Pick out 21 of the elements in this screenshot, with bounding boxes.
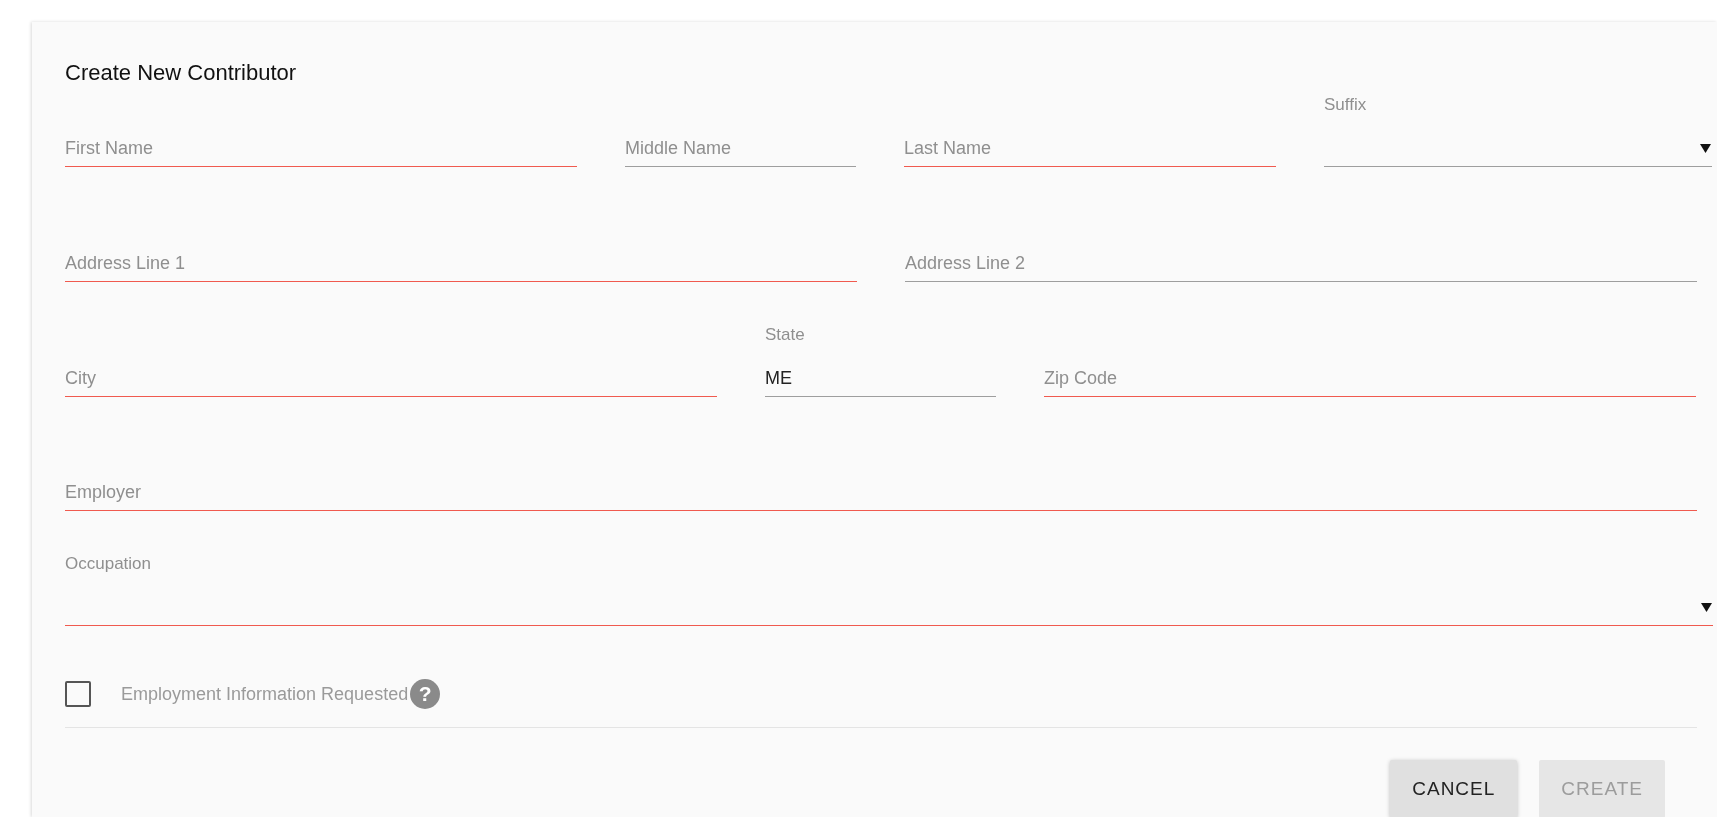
input-field[interactable]: State ME <box>765 317 996 397</box>
caret-icon <box>1700 142 1711 154</box>
dialog-title: Create New Contributor <box>65 59 298 87</box>
input-field[interactable]: Address Line 1 <box>65 202 857 282</box>
input-field[interactable]: Last Name <box>904 87 1276 167</box>
help-icon[interactable]: ? <box>410 679 441 709</box>
dropdown-field[interactable]: Suffix <box>1324 87 1712 167</box>
input-field[interactable]: First Name <box>65 87 577 167</box>
field-label: State <box>765 325 805 345</box>
field-label: Occupation <box>65 554 151 574</box>
checkbox-label: Employment Information Requested <box>121 683 409 705</box>
dropdown-field[interactable]: Occupation <box>65 546 1713 626</box>
input-field[interactable]: Zip Code <box>1044 317 1696 397</box>
cancel-button[interactable]: CANCEL <box>1390 760 1518 817</box>
caret-icon <box>1701 601 1712 613</box>
input-field[interactable]: Middle Name <box>625 87 856 167</box>
input-field[interactable]: City <box>65 317 717 397</box>
checkbox[interactable] <box>65 681 91 707</box>
input-field[interactable]: Address Line 2 <box>905 202 1697 282</box>
input-field[interactable]: Employer <box>65 431 1697 511</box>
field-label: Suffix <box>1324 95 1367 115</box>
